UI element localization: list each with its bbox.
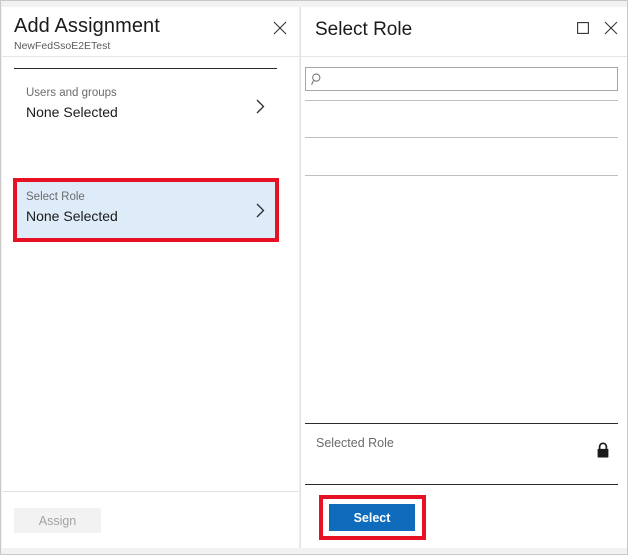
form-row-label: Users and groups [26, 85, 277, 101]
close-icon[interactable] [269, 17, 291, 39]
chevron-right-glyph [256, 99, 265, 114]
app-window: Add Assignment NewFedSsoE2ETest Users an… [0, 0, 628, 555]
maximize-icon[interactable] [572, 17, 594, 39]
add-assignment-body: Users and groups None Selected Select Ro… [2, 57, 299, 490]
list-item[interactable] [305, 100, 618, 138]
role-search-box[interactable] [305, 67, 618, 91]
select-button[interactable]: Select [329, 504, 415, 531]
lock-glyph [596, 442, 610, 459]
close-glyph [273, 21, 287, 35]
select-role-blade: Select Role [301, 7, 628, 548]
search-icon [306, 68, 328, 90]
select-role-header: Select Role [301, 7, 628, 57]
maximize-glyph [577, 22, 589, 34]
form-row-label: Select Role [26, 189, 277, 205]
page-subtitle: NewFedSsoE2ETest [14, 39, 287, 53]
list-item[interactable] [305, 138, 618, 176]
page-title: Add Assignment [14, 14, 287, 38]
close-glyph [604, 21, 618, 35]
selected-role-label: Selected Role [316, 436, 394, 450]
section-divider [14, 68, 277, 69]
form-row-value: None Selected [26, 102, 277, 122]
search-glyph [311, 73, 324, 86]
form-row-users-and-groups[interactable]: Users and groups None Selected [14, 77, 277, 135]
add-assignment-header: Add Assignment NewFedSsoE2ETest [2, 7, 299, 57]
add-assignment-footer: Assign [2, 491, 299, 548]
search-input[interactable] [328, 72, 617, 86]
chevron-right-icon [253, 201, 267, 219]
chevron-right-icon [253, 97, 267, 115]
role-result-list [305, 100, 618, 176]
form-row-select-role[interactable]: Select Role None Selected [14, 181, 277, 239]
add-assignment-blade: Add Assignment NewFedSsoE2ETest Users an… [2, 7, 299, 548]
blade-title: Select Role [315, 18, 616, 42]
close-icon[interactable] [600, 17, 622, 39]
assign-button[interactable]: Assign [14, 508, 101, 533]
form-row-value: None Selected [26, 206, 277, 226]
chevron-right-glyph [256, 203, 265, 218]
selected-role-section: Selected Role [305, 423, 618, 485]
lock-icon [596, 442, 610, 459]
